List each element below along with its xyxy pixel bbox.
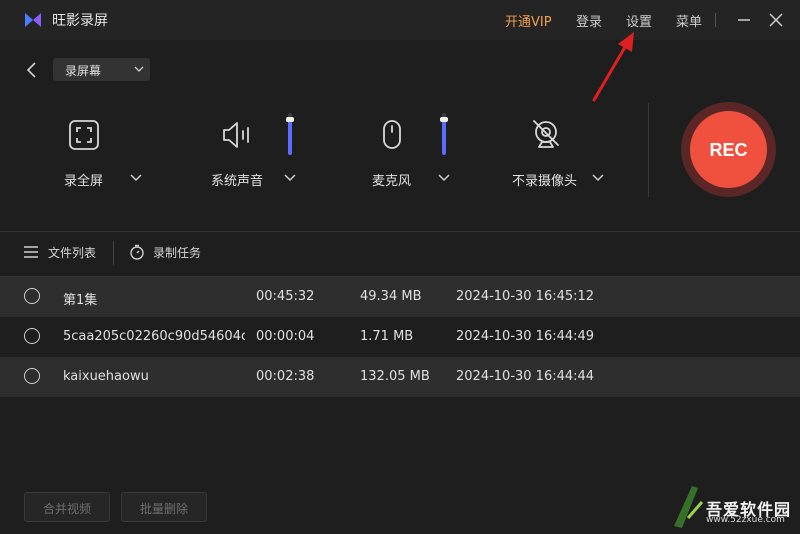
row-select-radio[interactable] (24, 368, 40, 384)
title-separator (715, 13, 716, 27)
system-audio-volume-fill (288, 119, 292, 155)
file-duration: 00:45:32 (256, 289, 315, 304)
row-select-radio[interactable] (24, 328, 40, 344)
mode-select-value: 录屏幕 (65, 64, 102, 78)
tab-file-list[interactable]: 文件列表 (24, 242, 104, 262)
settings-link[interactable]: 设置 (626, 11, 652, 30)
microphone-label: 麦克风 (372, 174, 412, 189)
tab-record-tasks[interactable]: 录制任务 (129, 242, 209, 262)
annotation-arrow-icon (592, 32, 634, 102)
login-link[interactable]: 登录 (576, 11, 602, 30)
speaker-icon[interactable] (219, 117, 255, 153)
mode-select[interactable]: 录屏幕 (53, 58, 150, 81)
minimize-icon[interactable] (734, 10, 754, 30)
fullscreen-chevron-down-icon[interactable] (130, 174, 142, 182)
vip-link[interactable]: 开通VIP (505, 11, 552, 30)
fullscreen-icon[interactable] (66, 117, 102, 153)
file-duration: 00:00:04 (256, 329, 315, 344)
microphone-chevron-down-icon[interactable] (438, 174, 450, 182)
system-audio-chevron-down-icon[interactable] (284, 174, 296, 182)
system-audio-label: 系统声音 (211, 174, 264, 189)
merge-videos-label: 合并视频 (42, 502, 91, 516)
file-name: 5caa205c02260c90d54604c9€ (63, 329, 245, 344)
rec-button[interactable]: REC (690, 111, 767, 188)
file-size: 132.05 MB (360, 369, 430, 384)
list-icon (24, 246, 38, 258)
camera-chevron-down-icon[interactable] (592, 174, 604, 182)
file-size: 1.71 MB (360, 329, 414, 344)
file-size: 49.34 MB (360, 289, 422, 304)
watermark-url: www.52zxue.com (706, 515, 785, 525)
tab-separator (113, 241, 114, 265)
row-select-radio[interactable] (24, 288, 40, 304)
microphone-volume-fill (442, 119, 446, 155)
title-bar: 旺影录屏 开通VIP 登录 设置 菜单 (0, 0, 800, 40)
file-date: 2024-10-30 16:44:49 (456, 329, 595, 344)
back-icon[interactable] (22, 60, 42, 80)
file-row[interactable]: kaixuehaowu 00:02:38 132.05 MB 2024-10-3… (0, 357, 800, 397)
microphone-volume-slider[interactable] (440, 113, 448, 155)
batch-delete-button[interactable]: 批量删除 (121, 492, 207, 522)
file-name: 第1集 (63, 293, 98, 308)
file-duration: 00:02:38 (256, 369, 315, 384)
microphone-volume-knob[interactable] (440, 117, 448, 122)
app-logo-icon (25, 13, 41, 27)
menu-link[interactable]: 菜单 (676, 11, 702, 30)
camera-label: 不录摄像头 (512, 174, 578, 189)
tab-file-list-label: 文件列表 (48, 246, 97, 260)
rec-button-label: REC (709, 140, 748, 160)
controls-divider (648, 103, 649, 197)
merge-videos-button[interactable]: 合并视频 (24, 492, 110, 522)
section-divider (0, 231, 800, 232)
file-date: 2024-10-30 16:45:12 (456, 289, 595, 304)
timer-icon (130, 244, 144, 260)
app-title: 旺影录屏 (52, 13, 108, 29)
batch-delete-label: 批量删除 (139, 502, 188, 516)
file-name: kaixuehaowu (63, 369, 149, 384)
close-icon[interactable] (766, 10, 786, 30)
tab-record-tasks-label: 录制任务 (153, 246, 202, 260)
chevron-down-icon (134, 66, 144, 72)
system-audio-volume-slider[interactable] (286, 113, 294, 155)
system-audio-volume-knob[interactable] (286, 117, 294, 122)
file-date: 2024-10-30 16:44:44 (456, 369, 595, 384)
microphone-icon[interactable] (374, 117, 410, 153)
file-row[interactable]: 第1集 00:45:32 49.34 MB 2024-10-30 16:45:1… (0, 277, 800, 317)
camera-off-icon[interactable] (528, 117, 564, 153)
file-row[interactable]: 5caa205c02260c90d54604c9€ 00:00:04 1.71 … (0, 317, 800, 357)
fullscreen-label: 录全屏 (64, 174, 104, 189)
